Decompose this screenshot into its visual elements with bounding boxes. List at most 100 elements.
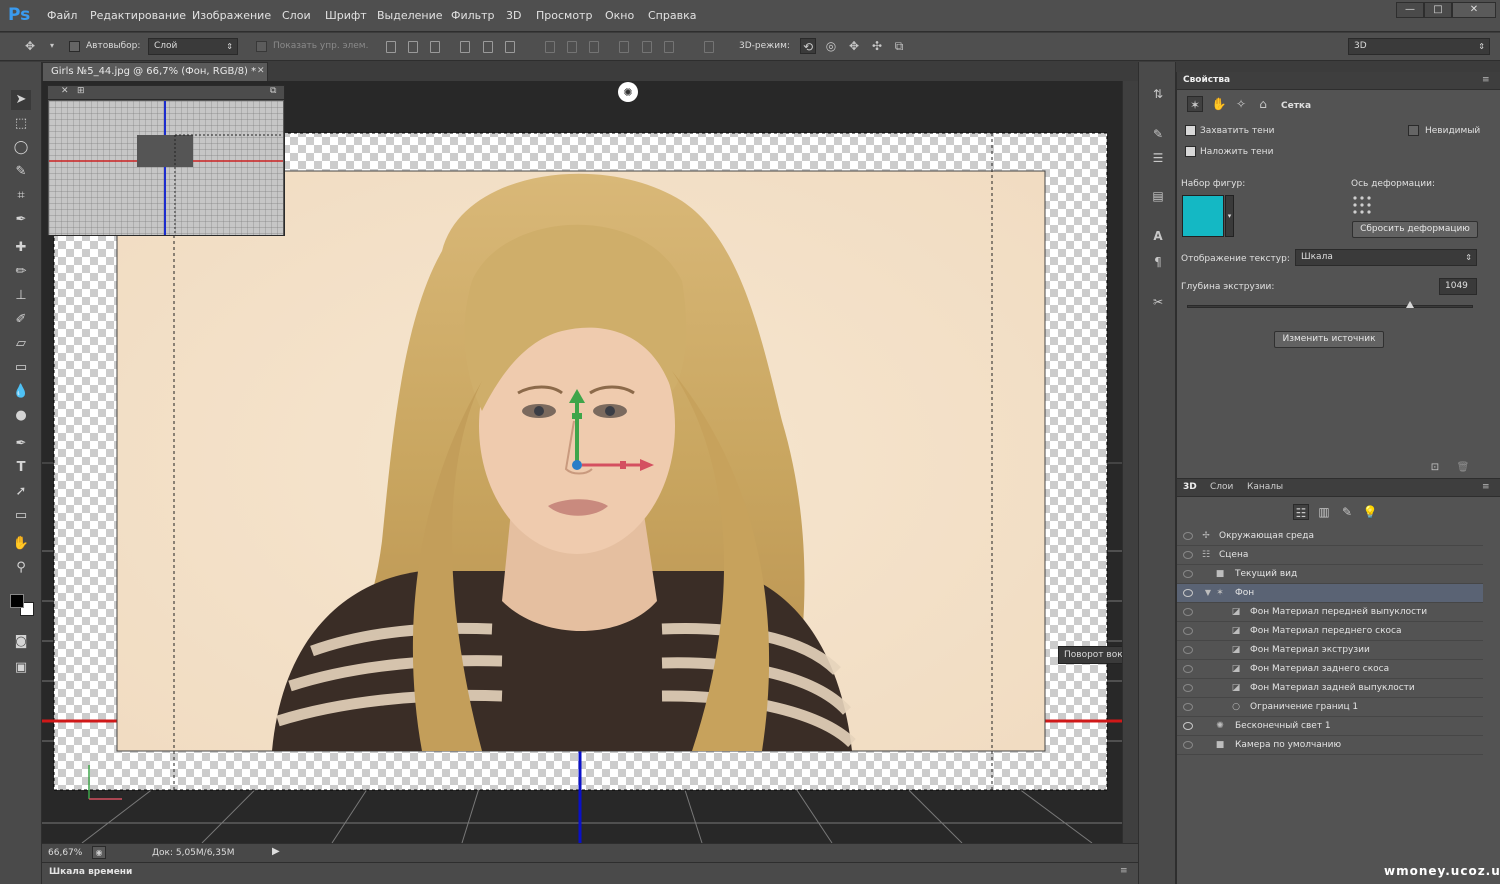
list-item[interactable]: ✢ Окружающая среда: [1177, 527, 1483, 546]
path-select-icon[interactable]: ➚: [11, 482, 31, 502]
status-info-icon[interactable]: ◉: [92, 846, 106, 859]
lasso-tool-icon[interactable]: ◯: [11, 138, 31, 158]
layer-comps-icon[interactable]: ▤: [1150, 188, 1166, 204]
shape-preset-swatch[interactable]: [1182, 195, 1224, 237]
deform-axis-grid-icon[interactable]: [1352, 195, 1372, 215]
menu-type[interactable]: Шрифт: [325, 9, 367, 22]
new-layer-icon[interactable]: ⊡: [1427, 460, 1443, 476]
tab-properties[interactable]: Свойства: [1183, 75, 1230, 85]
trash-icon[interactable]: 🗑: [1455, 460, 1471, 476]
tool-presets-icon[interactable]: ✂: [1150, 294, 1166, 310]
deform-mode-icon[interactable]: ✋: [1211, 96, 1227, 112]
eye-icon[interactable]: [1183, 532, 1193, 540]
autoselect-checkbox[interactable]: [69, 41, 80, 52]
minimize-button[interactable]: —: [1396, 2, 1424, 18]
tab-3d[interactable]: 3D: [1183, 482, 1197, 492]
swap-view-icon[interactable]: ⧉: [270, 86, 276, 96]
zoom-level[interactable]: 66,67%: [48, 848, 82, 858]
close-icon[interactable]: ✕: [257, 66, 265, 76]
list-item[interactable]: ■ Текущий вид: [1177, 565, 1483, 584]
list-item[interactable]: ◪ Фон Материал заднего скоса: [1177, 660, 1483, 679]
gradient-tool-icon[interactable]: ▭: [11, 358, 31, 378]
menu-view[interactable]: Просмотр: [536, 9, 592, 22]
shape-preset-dropdown-icon[interactable]: ▾: [1225, 195, 1234, 237]
align-bottom-icon[interactable]: [430, 41, 440, 53]
chevron-down-icon[interactable]: ▾: [44, 38, 60, 54]
list-item[interactable]: ◪ Фон Материал экструзии: [1177, 641, 1483, 660]
list-item[interactable]: ◪ Фон Материал передней выпуклости: [1177, 603, 1483, 622]
capture-shadows-checkbox[interactable]: [1185, 125, 1196, 136]
distribute-right-icon[interactable]: [664, 41, 674, 53]
align-right-icon[interactable]: [505, 41, 515, 53]
brush-tool-icon[interactable]: ✏: [11, 262, 31, 282]
eye-icon[interactable]: [1183, 570, 1193, 578]
auto-align-icon[interactable]: [704, 41, 714, 53]
eye-icon[interactable]: [1183, 589, 1193, 597]
shape-tool-icon[interactable]: ▭: [11, 506, 31, 526]
view-menu-icon[interactable]: ⊞: [77, 86, 85, 96]
list-item[interactable]: ✺ Бесконечный свет 1: [1177, 717, 1483, 736]
menu-layers[interactable]: Слои: [282, 9, 311, 22]
eye-icon[interactable]: [1183, 703, 1193, 711]
list-item[interactable]: ○ Ограничение границ 1: [1177, 698, 1483, 717]
zoom-tool-icon[interactable]: ⚲: [11, 558, 31, 578]
canvas-area[interactable]: ✺ ✕ ⊞ ⧉: [42, 81, 1122, 843]
menu-filter[interactable]: Фильтр: [451, 9, 495, 22]
eraser-tool-icon[interactable]: ▱: [11, 334, 31, 354]
history-brush-icon[interactable]: ✐: [11, 310, 31, 330]
photo-plane[interactable]: [116, 170, 1046, 752]
list-item[interactable]: ◪ Фон Материал задней выпуклости: [1177, 679, 1483, 698]
tab-layers[interactable]: Слои: [1210, 482, 1233, 492]
3d-slide-icon[interactable]: ✣: [869, 38, 885, 54]
eye-icon[interactable]: [1183, 722, 1193, 730]
meshes-filter-icon[interactable]: ▥: [1316, 504, 1332, 520]
show-controls-checkbox[interactable]: [256, 41, 267, 52]
workspace-select[interactable]: 3D ⇕: [1348, 38, 1490, 55]
move-tool-icon[interactable]: ➤: [11, 90, 31, 110]
menu-help[interactable]: Справка: [648, 9, 696, 22]
menu-image[interactable]: Изображение: [192, 9, 271, 22]
align-hcenter-icon[interactable]: [483, 41, 493, 53]
foreground-color-swatch[interactable]: [10, 594, 24, 608]
3d-scale-icon[interactable]: ⧉: [891, 38, 907, 54]
cast-shadows-checkbox[interactable]: [1185, 146, 1196, 157]
texture-mapping-select[interactable]: Шкала ⇕: [1295, 249, 1477, 266]
distribute-top-icon[interactable]: [545, 41, 555, 53]
panel-menu-icon[interactable]: ≡: [1482, 482, 1490, 492]
pen-tool-icon[interactable]: ✒: [11, 434, 31, 454]
align-left-icon[interactable]: [460, 41, 470, 53]
extrusion-depth-slider[interactable]: [1187, 305, 1473, 308]
close-window-button[interactable]: ✕: [1452, 2, 1496, 18]
brush-panel-icon[interactable]: ✎: [1150, 126, 1166, 142]
list-item[interactable]: ☷ Сцена: [1177, 546, 1483, 565]
cap-mode-icon[interactable]: ✧: [1233, 96, 1249, 112]
mesh-mode-icon[interactable]: ✶: [1187, 96, 1203, 112]
healing-brush-icon[interactable]: ✚: [11, 238, 31, 258]
blur-tool-icon[interactable]: 💧: [11, 382, 31, 402]
distribute-hcenter-icon[interactable]: [642, 41, 652, 53]
panel-menu-icon[interactable]: ≡: [1482, 75, 1490, 85]
eye-icon[interactable]: [1183, 665, 1193, 673]
lights-filter-icon[interactable]: 💡: [1362, 504, 1378, 520]
menu-window[interactable]: Окно: [605, 9, 634, 22]
autoselect-target-select[interactable]: Слой ⇕: [148, 38, 238, 55]
screen-mode-icon[interactable]: ▣: [11, 658, 31, 678]
menu-edit[interactable]: Редактирование: [90, 9, 186, 22]
list-item[interactable]: ■ Камера по умолчанию: [1177, 736, 1483, 755]
panel-menu-icon[interactable]: ≡: [1120, 866, 1128, 876]
distribute-left-icon[interactable]: [619, 41, 629, 53]
eye-icon[interactable]: [1183, 608, 1193, 616]
3d-roll-icon[interactable]: ◎: [823, 38, 839, 54]
history-panel-icon[interactable]: ⇅: [1150, 86, 1166, 102]
whole-scene-filter-icon[interactable]: ☷: [1293, 504, 1309, 520]
align-top-icon[interactable]: [386, 41, 396, 53]
eye-icon[interactable]: [1183, 646, 1193, 654]
distribute-bottom-icon[interactable]: [589, 41, 599, 53]
list-item-selected[interactable]: ▼ ✶ Фон: [1177, 584, 1483, 603]
vertical-scrollbar[interactable]: [1122, 81, 1138, 843]
brush-presets-icon[interactable]: ☰: [1150, 150, 1166, 166]
close-icon[interactable]: ✕: [61, 86, 69, 96]
eye-icon[interactable]: [1183, 741, 1193, 749]
hand-tool-icon[interactable]: ✋: [11, 534, 31, 554]
eye-icon[interactable]: [1183, 684, 1193, 692]
